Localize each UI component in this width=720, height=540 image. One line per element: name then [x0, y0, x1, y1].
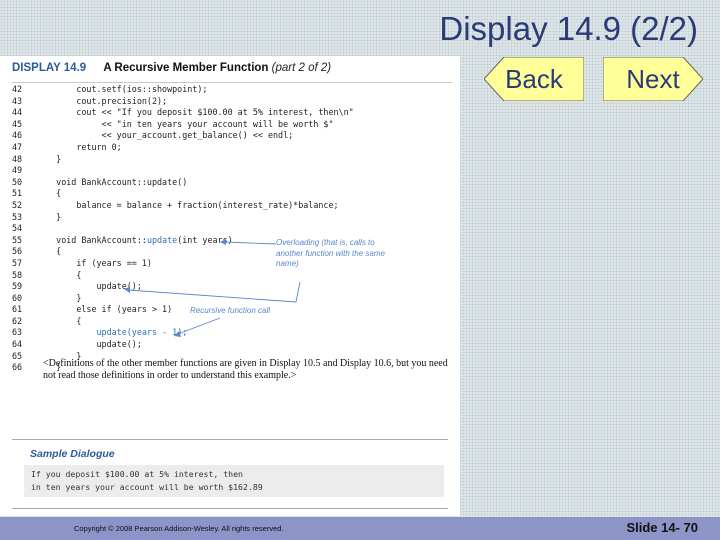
slide-number: Slide 14- 70: [626, 520, 698, 535]
divider: [12, 508, 448, 509]
recursive-arrow: [177, 317, 221, 335]
copyright-text: Copyright © 2008 Pearson Addison-Wesley.…: [74, 524, 284, 533]
next-label: Next: [626, 64, 680, 94]
slide-title: Display 14.9 (2/2): [439, 10, 698, 47]
display-figure: DISPLAY 14.9 A Recursive Member Function…: [0, 56, 460, 516]
arrowhead-2: [124, 287, 130, 293]
definitions-note: <Definitions of the other member functio…: [43, 358, 448, 381]
back-label: Back: [505, 64, 563, 94]
sample-line: If you deposit $100.00 at 5% interest, t…: [31, 469, 243, 479]
back-button[interactable]: Back: [484, 57, 584, 101]
footer-bar: Copyright © 2008 Pearson Addison-Wesley.…: [0, 517, 720, 540]
divider: [12, 439, 448, 440]
overload-arrow-upper: [223, 241, 277, 245]
next-button[interactable]: Next: [603, 57, 703, 101]
sample-dialogue-title: Sample Dialogue: [30, 448, 115, 460]
recursive-call-annotation: Recursive function call: [190, 306, 271, 315]
overloading-annotation: Overloading (that is, calls to another f…: [276, 238, 385, 268]
arrowhead-3: [174, 331, 181, 337]
line-number: 66: [12, 362, 23, 373]
overload-arrow-lower: [127, 281, 301, 303]
sample-line: in ten years your account will be worth …: [31, 482, 263, 492]
sample-dialogue-box: If you deposit $100.00 at 5% interest, t…: [24, 465, 444, 497]
arrowhead-1: [220, 239, 226, 245]
